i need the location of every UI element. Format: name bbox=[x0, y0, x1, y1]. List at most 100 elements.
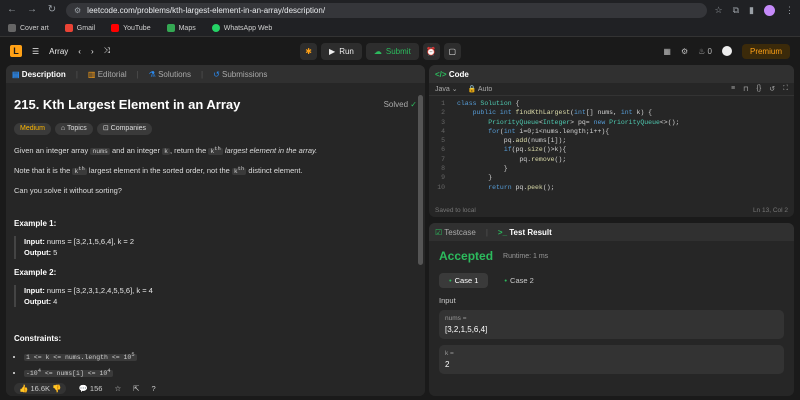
leetcode-topbar: L ☰ Array ‹ › ⤨ ✱ ▶ Run ☁ Submit ⏰ ▢ ▦ ⚙ ♨… bbox=[0, 37, 800, 65]
pass-dot-icon: • bbox=[449, 276, 452, 285]
share-icon[interactable]: ⇱ bbox=[133, 384, 139, 393]
submit-button[interactable]: ☁ Submit bbox=[365, 42, 419, 60]
case-2-tab[interactable]: • Case 2 bbox=[494, 273, 543, 288]
document-icon: ▤ bbox=[12, 69, 20, 79]
case-1-tab[interactable]: • Case 1 bbox=[439, 273, 489, 288]
address-bar[interactable]: ⚙ leetcode.com/problems/kth-largest-elem… bbox=[66, 2, 707, 18]
layout-icon[interactable]: ▦ bbox=[663, 47, 671, 56]
problem-list-label[interactable]: Array bbox=[49, 47, 68, 56]
forward-icon[interactable]: → bbox=[26, 4, 38, 16]
leetcode-logo-icon[interactable]: L bbox=[10, 45, 22, 57]
description-scrollbar[interactable] bbox=[418, 95, 423, 265]
input-label: Input bbox=[439, 296, 456, 305]
bookmark-maps[interactable]: Maps bbox=[166, 24, 196, 32]
format-icon[interactable]: ≡ bbox=[731, 85, 735, 93]
lock-icon: ⊡ bbox=[102, 124, 109, 132]
help-icon[interactable]: ? bbox=[151, 384, 155, 393]
description-footer: 👍 16.6K 👎 💬 156 ☆ ⇱ ? bbox=[6, 380, 425, 396]
reset-icon[interactable]: ↺ bbox=[769, 85, 775, 93]
folder-icon bbox=[8, 24, 16, 32]
extensions-icon[interactable]: ⧉ bbox=[733, 5, 739, 16]
nums-field: nums = [3,2,1,5,6,4] bbox=[439, 310, 784, 339]
site-info-icon[interactable]: ⚙ bbox=[74, 6, 81, 15]
topics-button[interactable]: ⌂ Topics bbox=[54, 122, 93, 135]
description-panel: ▤ Description | ▥ Editorial | ⚗ Solution… bbox=[6, 65, 425, 396]
follow-up: Can you solve it without sorting? bbox=[14, 185, 122, 195]
timer-button[interactable]: ⏰ bbox=[422, 42, 440, 60]
autocomplete-toggle[interactable]: 🔒 Auto bbox=[468, 85, 493, 93]
comments-button[interactable]: 💬 156 bbox=[78, 384, 102, 393]
code-icon: </> bbox=[435, 69, 447, 79]
thumbs-up-icon: 👍 bbox=[19, 383, 29, 393]
terminal-icon: >_ bbox=[497, 227, 508, 237]
example-1: Input: nums = [3,2,1,5,6,4], k = 2 Outpu… bbox=[14, 236, 417, 259]
profile-avatar[interactable] bbox=[764, 4, 775, 16]
gmail-icon bbox=[64, 24, 73, 32]
favorite-star-icon[interactable]: ☆ bbox=[114, 384, 121, 393]
like-button[interactable]: 👍 16.6K 👎 bbox=[14, 382, 67, 394]
comment-icon: 💬 bbox=[78, 383, 88, 393]
history-icon: ↺ bbox=[213, 69, 220, 79]
streak-counter[interactable]: ♨ 0 bbox=[698, 47, 712, 56]
youtube-icon bbox=[111, 24, 120, 32]
notes-button[interactable]: ▢ bbox=[443, 42, 461, 60]
back-icon[interactable]: ← bbox=[6, 4, 18, 16]
problem-title[interactable]: 215. Kth Largest Element in an Array bbox=[14, 95, 240, 115]
problem-statement: Given an integer array nums and an integ… bbox=[14, 145, 318, 156]
tab-code[interactable]: </> Code bbox=[435, 70, 469, 79]
user-avatar[interactable] bbox=[721, 46, 732, 56]
companies-button[interactable]: ⊡ Companies bbox=[96, 122, 153, 135]
verdict-text: Accepted bbox=[439, 249, 494, 263]
example-2: Input: nums = [3,2,3,1,2,4,5,5,6], k = 4… bbox=[14, 284, 417, 308]
language-select[interactable]: Java ⌄ bbox=[435, 85, 458, 93]
bookmark-whatsapp[interactable]: WhatsApp Web bbox=[211, 24, 272, 32]
url-text: leetcode.com/problems/kth-largest-elemen… bbox=[87, 5, 326, 15]
braces-icon[interactable]: {} bbox=[757, 85, 762, 93]
alarm-icon: ⏰ bbox=[426, 46, 437, 56]
lock-small-icon: 🔒 bbox=[467, 86, 477, 93]
cloud-upload-icon: ☁ bbox=[373, 46, 382, 56]
fullscreen-icon[interactable]: ⛶ bbox=[783, 85, 788, 93]
book-icon: ▥ bbox=[87, 69, 96, 79]
fire-icon: ♨ bbox=[698, 46, 706, 56]
bookmark-star-icon[interactable]: ☆ bbox=[715, 5, 723, 16]
sidepanel-icon[interactable]: ▮ bbox=[749, 5, 754, 16]
premium-button[interactable]: Premium bbox=[741, 43, 790, 59]
tab-description[interactable]: ▤ Description bbox=[12, 70, 66, 79]
tab-solutions[interactable]: ⚗ Solutions bbox=[149, 70, 191, 79]
thumbs-down-icon: 👎 bbox=[52, 383, 62, 393]
save-status: Saved to local bbox=[435, 206, 476, 214]
bookmark-cover-art[interactable]: Cover art bbox=[8, 24, 49, 32]
maps-icon bbox=[166, 24, 175, 32]
bookmark-icon[interactable]: ⊓ bbox=[743, 85, 748, 93]
bug-icon: ✱ bbox=[305, 46, 312, 56]
difficulty-badge: Medium bbox=[14, 122, 51, 135]
k-field: k = 2 bbox=[439, 345, 784, 374]
bookmarks-bar: Cover art Gmail YouTube Maps WhatsApp We… bbox=[0, 20, 800, 37]
constraints-heading: Constraints: bbox=[14, 334, 62, 344]
pass-dot-icon: • bbox=[504, 276, 508, 285]
code-panel: </> Code Java ⌄ 🔒 Auto ≡ ⊓ {} ↺ ⛶ 1 class… bbox=[429, 65, 794, 217]
constraint-1: 1 <= k <= nums.length <= 105 bbox=[24, 351, 417, 363]
problem-list-icon[interactable]: ☰ bbox=[32, 47, 39, 56]
run-button[interactable]: ▶ Run bbox=[321, 42, 362, 60]
cursor-position: Ln 13, Col 2 bbox=[752, 206, 788, 214]
tab-testcase[interactable]: ☑ Testcase bbox=[435, 228, 476, 237]
tab-editorial[interactable]: ▥ Editorial bbox=[88, 70, 127, 79]
solved-status: Solved ✓ bbox=[383, 99, 417, 109]
browser-menu-icon[interactable]: ⋮ bbox=[785, 5, 794, 16]
reload-icon[interactable]: ↻ bbox=[46, 4, 58, 16]
code-editor[interactable]: 1 class Solution { 2 public int findKthLa… bbox=[429, 96, 794, 195]
next-problem-icon[interactable]: › bbox=[91, 47, 94, 56]
problem-note: Note that it is the kth largest element … bbox=[14, 164, 303, 176]
constraint-2: -104 <= nums[i] <= 104 bbox=[24, 367, 417, 379]
prev-problem-icon[interactable]: ‹ bbox=[78, 47, 81, 56]
shuffle-icon[interactable]: ⤨ bbox=[104, 46, 110, 56]
browser-toolbar: ← → ↻ ⚙ leetcode.com/problems/kth-larges… bbox=[0, 0, 800, 20]
settings-icon[interactable]: ⚙ bbox=[681, 47, 688, 56]
debug-button[interactable]: ✱ bbox=[300, 42, 318, 60]
bookmark-gmail[interactable]: Gmail bbox=[64, 24, 95, 32]
bookmark-youtube[interactable]: YouTube bbox=[111, 24, 151, 32]
tab-submissions[interactable]: ↺ Submissions bbox=[213, 70, 267, 79]
tab-test-result[interactable]: >_ Test Result bbox=[498, 228, 552, 237]
